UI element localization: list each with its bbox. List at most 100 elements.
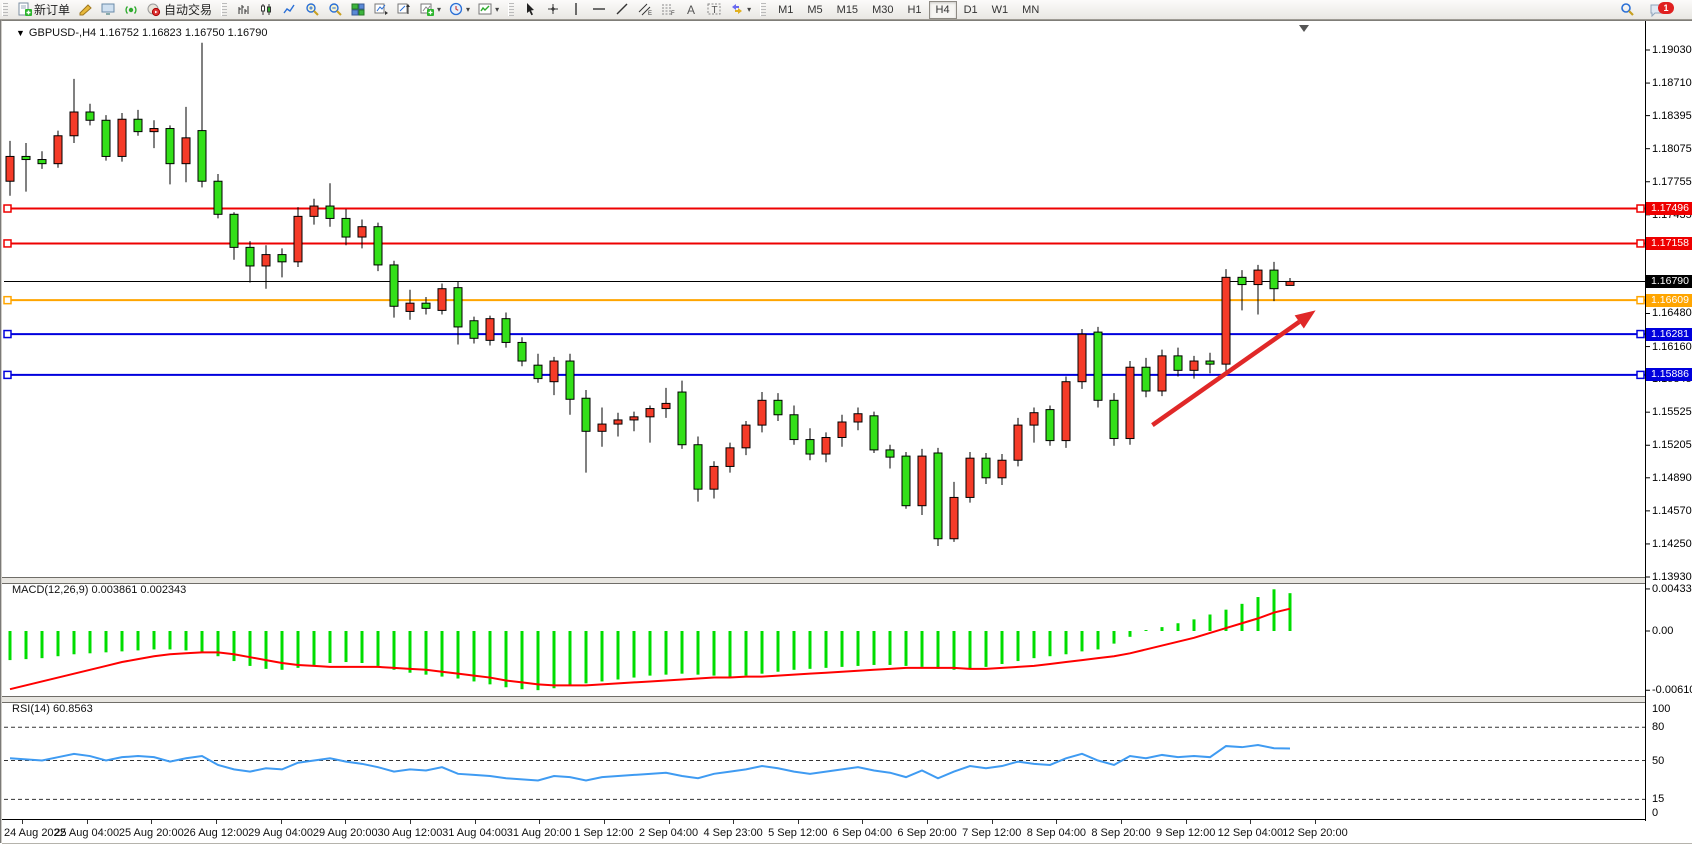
candle-up[interactable]: [1190, 361, 1198, 370]
candle-down[interactable]: [1142, 367, 1150, 391]
candle-down[interactable]: [566, 361, 574, 399]
candle-down[interactable]: [582, 398, 590, 431]
candle-up[interactable]: [1158, 356, 1166, 391]
toolbar-grip[interactable]: [760, 3, 766, 16]
vertical-line-button[interactable]: [565, 0, 588, 19]
candle-down[interactable]: [102, 120, 110, 156]
timeframe-M5[interactable]: M5: [800, 1, 829, 19]
candle-down[interactable]: [934, 453, 942, 539]
candle-down[interactable]: [902, 456, 910, 506]
candle-down[interactable]: [22, 156, 30, 159]
timeframe-M30[interactable]: M30: [865, 1, 900, 19]
candle-down[interactable]: [326, 206, 334, 218]
candle-down[interactable]: [166, 129, 174, 164]
candle-down[interactable]: [1046, 410, 1054, 441]
chart-shift-marker[interactable]: [1299, 25, 1309, 32]
candle-up[interactable]: [630, 417, 638, 420]
candle-up[interactable]: [854, 414, 862, 422]
candle-down[interactable]: [1238, 277, 1246, 284]
candle-up[interactable]: [822, 437, 830, 454]
horizontal-line-button[interactable]: [588, 0, 611, 19]
line-handle[interactable]: [1637, 331, 1644, 338]
timeframe-D1[interactable]: D1: [957, 1, 985, 19]
candle-up[interactable]: [998, 460, 1006, 478]
candle-down[interactable]: [502, 319, 510, 343]
chart-plot[interactable]: [2, 21, 1692, 843]
candle-down[interactable]: [278, 255, 286, 262]
candle-down[interactable]: [678, 392, 686, 445]
line-handle[interactable]: [1637, 371, 1644, 378]
styler-button[interactable]: [74, 0, 97, 19]
symbol-dropdown-icon[interactable]: ▼: [16, 28, 25, 38]
toolbar-grip[interactable]: [2, 3, 8, 16]
line-handle[interactable]: [4, 297, 11, 304]
search-button[interactable]: [1616, 0, 1639, 19]
candle-up[interactable]: [6, 156, 14, 181]
candle-up[interactable]: [358, 227, 366, 237]
signals-button[interactable]: [120, 0, 143, 19]
zoom-out-button[interactable]: [324, 0, 347, 19]
equidistant-channel-button[interactable]: E: [634, 0, 657, 19]
cursor-button[interactable]: [519, 0, 542, 19]
candle-down[interactable]: [134, 119, 142, 131]
candle-up[interactable]: [310, 206, 318, 216]
trend-arrow-head[interactable]: [1295, 310, 1316, 328]
candle-up[interactable]: [1286, 281, 1294, 285]
trendline-button[interactable]: [611, 0, 634, 19]
candle-down[interactable]: [534, 365, 542, 378]
pane-separator[interactable]: [2, 577, 1646, 584]
candlestick-chart-button[interactable]: [255, 0, 278, 19]
candle-up[interactable]: [406, 303, 414, 311]
candle-up[interactable]: [550, 361, 558, 382]
candle-up[interactable]: [262, 255, 270, 266]
line-handle[interactable]: [1637, 205, 1644, 212]
timeframe-H4[interactable]: H4: [929, 1, 957, 19]
line-chart-button[interactable]: [278, 0, 301, 19]
timeframe-M15[interactable]: M15: [830, 1, 865, 19]
candle-up[interactable]: [1126, 367, 1134, 438]
candle-down[interactable]: [518, 342, 526, 361]
candle-up[interactable]: [758, 400, 766, 425]
zoom-in-button[interactable]: [301, 0, 324, 19]
candle-down[interactable]: [806, 440, 814, 454]
candle-up[interactable]: [646, 409, 654, 417]
candle-up[interactable]: [966, 458, 974, 497]
line-handle[interactable]: [4, 371, 11, 378]
market-watch-button[interactable]: [97, 0, 120, 19]
line-handle[interactable]: [4, 240, 11, 247]
candle-down[interactable]: [790, 415, 798, 440]
auto-arrange-button[interactable]: [370, 0, 393, 19]
pane-separator[interactable]: [2, 696, 1646, 703]
candle-up[interactable]: [838, 422, 846, 438]
candle-down[interactable]: [390, 265, 398, 306]
candle-down[interactable]: [982, 458, 990, 478]
candle-down[interactable]: [774, 400, 782, 414]
track-chart-button[interactable]: [393, 0, 416, 19]
candle-up[interactable]: [710, 466, 718, 489]
candle-up[interactable]: [1062, 382, 1070, 441]
profiles-button[interactable]: ▾: [445, 0, 474, 19]
tile-windows-button[interactable]: [347, 0, 370, 19]
candle-up[interactable]: [182, 138, 190, 164]
candle-down[interactable]: [342, 218, 350, 237]
indicators-button[interactable]: ▾: [474, 0, 503, 19]
candle-up[interactable]: [294, 216, 302, 261]
timeframe-M1[interactable]: M1: [771, 1, 800, 19]
line-handle[interactable]: [4, 205, 11, 212]
candle-up[interactable]: [614, 420, 622, 424]
candle-up[interactable]: [70, 112, 78, 136]
candle-up[interactable]: [1254, 270, 1262, 284]
candle-up[interactable]: [438, 289, 446, 311]
candle-down[interactable]: [1206, 361, 1214, 364]
crosshair-button[interactable]: [542, 0, 565, 19]
candle-up[interactable]: [662, 403, 670, 408]
autotrading-button[interactable]: 自动交易: [143, 0, 216, 19]
candle-up[interactable]: [598, 424, 606, 431]
toolbar-grip[interactable]: [508, 3, 514, 16]
candle-down[interactable]: [454, 288, 462, 327]
candle-up[interactable]: [1030, 413, 1038, 425]
notification-badge[interactable]: 1: [1658, 2, 1674, 14]
candle-up[interactable]: [118, 119, 126, 156]
new-chart-button[interactable]: ▾: [416, 0, 445, 19]
toolbar-grip[interactable]: [221, 3, 227, 16]
